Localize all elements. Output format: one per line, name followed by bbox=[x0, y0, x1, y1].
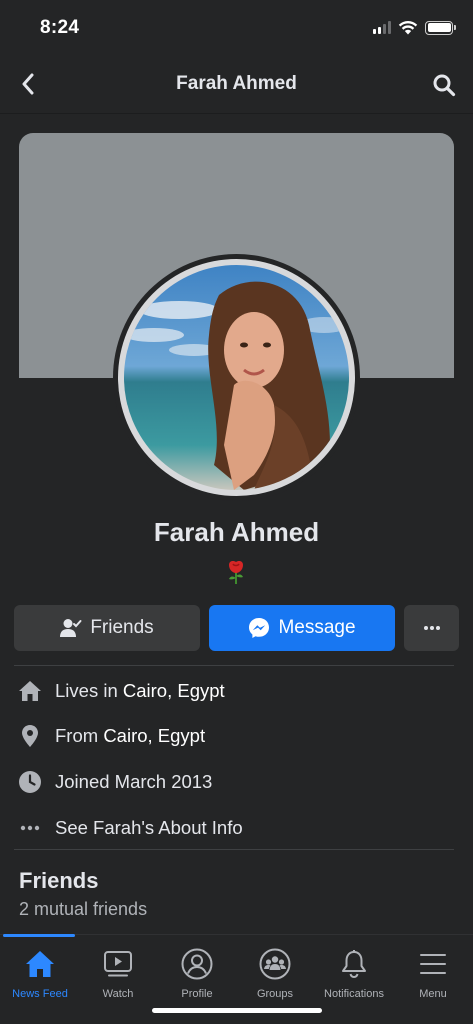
tab-label: Menu bbox=[419, 988, 447, 1000]
profile-picture[interactable] bbox=[113, 254, 360, 501]
home-icon bbox=[23, 947, 57, 981]
mutual-friends-count[interactable]: 2 mutual friends bbox=[19, 899, 147, 920]
profile-icon bbox=[180, 947, 214, 981]
rose-icon bbox=[229, 561, 243, 584]
info-text-joined: Joined March 2013 bbox=[55, 771, 213, 792]
tab-notifications[interactable]: Notifications bbox=[314, 943, 394, 1005]
tab-news-feed[interactable]: News Feed bbox=[0, 943, 80, 1005]
friends-button-label: Friends bbox=[90, 617, 154, 638]
message-button[interactable]: Message bbox=[209, 605, 395, 651]
home-icon bbox=[18, 679, 42, 703]
messenger-icon bbox=[249, 618, 270, 638]
tab-label: Profile bbox=[181, 988, 213, 1000]
tab-label: Watch bbox=[102, 988, 134, 1000]
menu-icon bbox=[416, 947, 450, 981]
cellular-signal-icon bbox=[373, 21, 391, 34]
message-button-label: Message bbox=[278, 617, 356, 638]
status-icons bbox=[373, 20, 456, 35]
friends-section-title: Friends bbox=[19, 868, 99, 893]
friends-button[interactable]: Friends bbox=[14, 605, 200, 651]
tab-label: Notifications bbox=[324, 988, 384, 1000]
nav-header: Farah Ahmed bbox=[0, 56, 473, 114]
more-dots-icon bbox=[423, 626, 440, 630]
divider bbox=[14, 849, 454, 850]
see-about-info-label: See Farah's About Info bbox=[55, 817, 243, 838]
tab-label: Groups bbox=[256, 988, 294, 1000]
info-row-lives-in: Lives in Cairo, Egypt bbox=[0, 670, 473, 712]
wifi-icon bbox=[398, 20, 418, 35]
tab-watch[interactable]: Watch bbox=[78, 943, 158, 1005]
info-row-from: From Cairo, Egypt bbox=[0, 715, 473, 757]
more-dots-icon bbox=[18, 816, 42, 840]
info-text-from: From Cairo, Egypt bbox=[55, 725, 206, 746]
divider bbox=[14, 665, 454, 666]
tab-menu[interactable]: Menu bbox=[393, 943, 473, 1005]
location-pin-icon bbox=[18, 724, 42, 748]
tab-label: News Feed bbox=[12, 988, 68, 1000]
page-title: Farah Ahmed bbox=[176, 73, 297, 94]
avatar bbox=[124, 265, 349, 490]
tab-groups[interactable]: Groups bbox=[235, 943, 315, 1005]
bell-icon bbox=[337, 947, 371, 981]
battery-icon bbox=[425, 20, 456, 35]
search-icon bbox=[433, 74, 456, 97]
active-tab-indicator bbox=[3, 934, 75, 937]
more-options-button[interactable] bbox=[404, 605, 459, 651]
info-text-lives-in: Lives in Cairo, Egypt bbox=[55, 680, 225, 701]
home-indicator[interactable] bbox=[152, 1008, 322, 1013]
search-button[interactable] bbox=[429, 70, 459, 100]
info-row-joined: Joined March 2013 bbox=[0, 761, 473, 803]
status-bar: 8:24 bbox=[0, 0, 473, 56]
status-time: 8:24 bbox=[40, 17, 80, 38]
clock-icon bbox=[18, 770, 42, 794]
profile-actions: Friends Message bbox=[14, 605, 459, 651]
groups-icon bbox=[258, 947, 292, 981]
friend-check-icon bbox=[60, 619, 82, 637]
profile-name: Farah Ahmed bbox=[153, 517, 320, 547]
watch-icon bbox=[101, 947, 135, 981]
tab-profile[interactable]: Profile bbox=[157, 943, 237, 1005]
see-about-info-link[interactable]: See Farah's About Info bbox=[0, 807, 473, 849]
